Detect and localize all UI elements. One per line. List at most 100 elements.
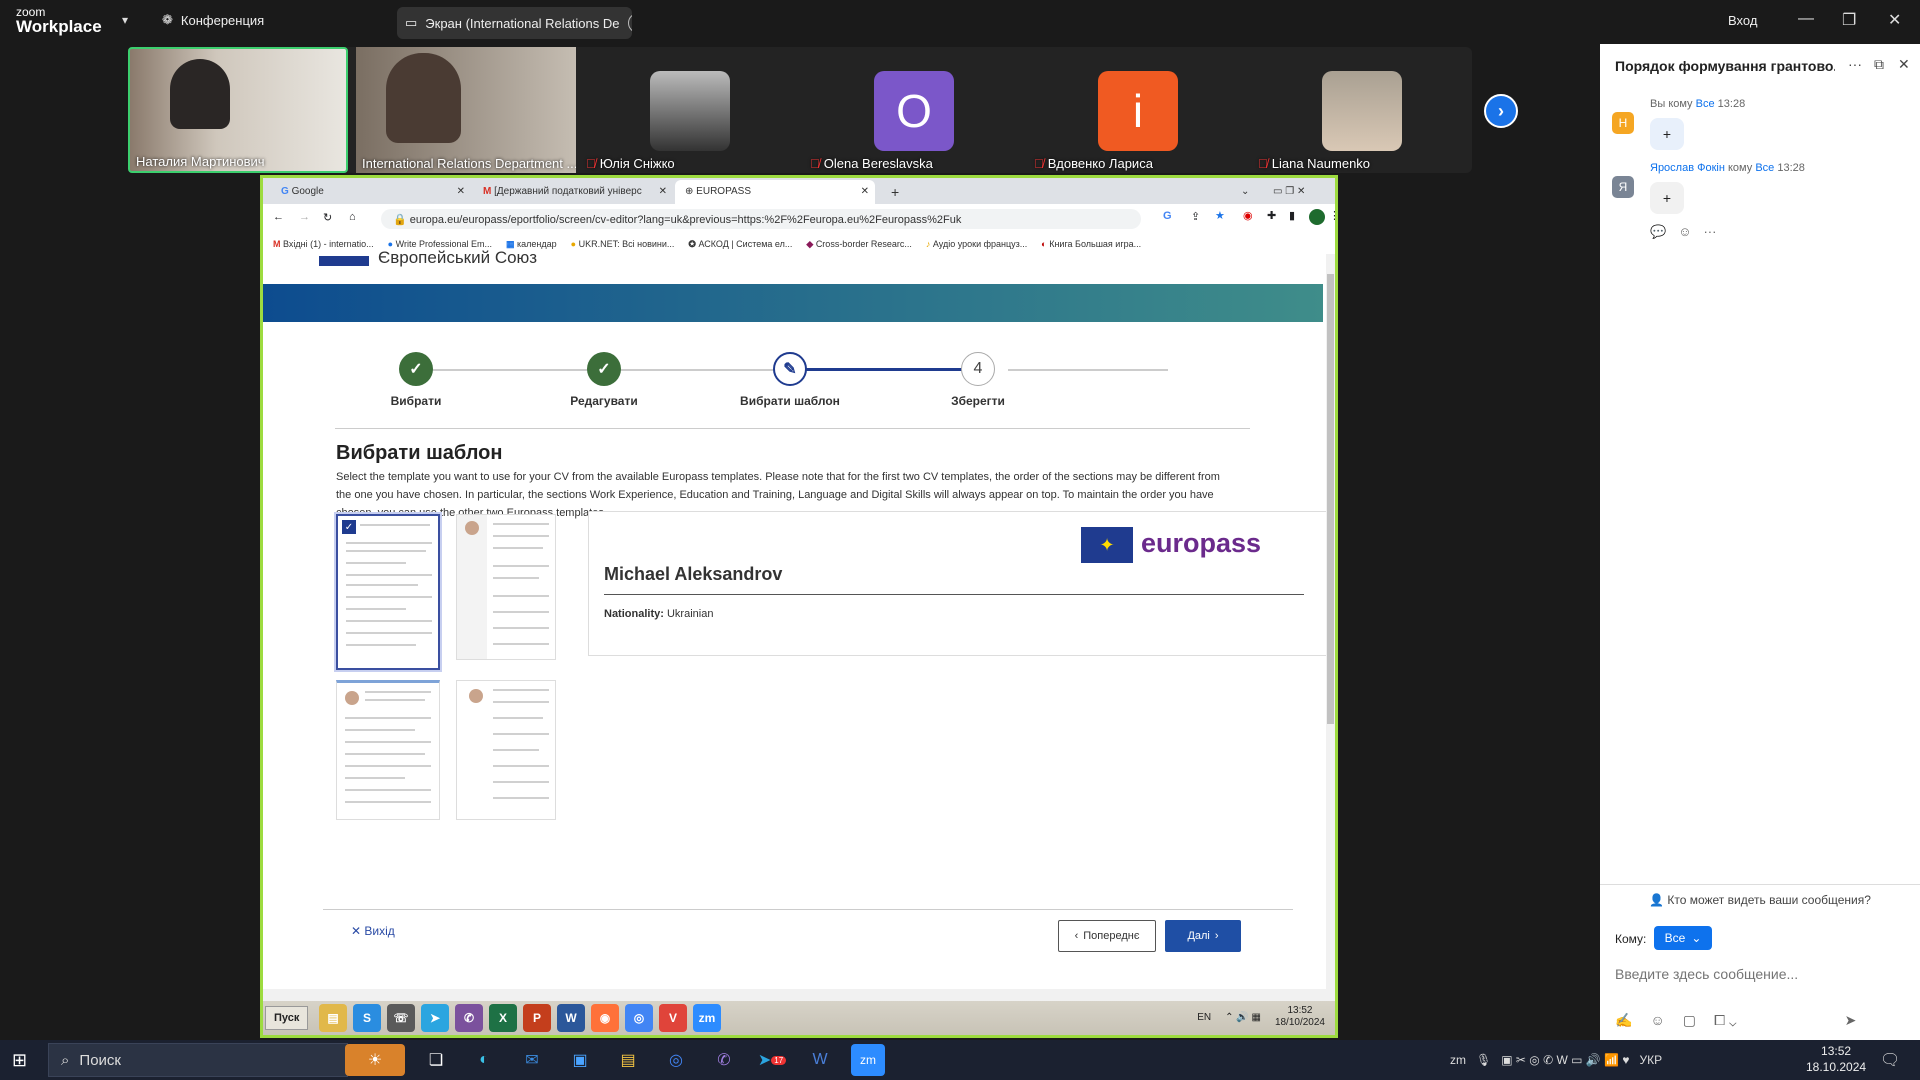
step-3-pencil-icon[interactable]: ✎ [773,352,807,386]
mic-icon[interactable]: 🎙 [1476,1053,1491,1067]
bookmark[interactable]: ♪ Аудіо уроки француз... [926,239,1027,249]
powerpoint-icon[interactable]: P [523,1004,551,1032]
chrome-icon[interactable]: ◎ [659,1044,693,1076]
excel-icon[interactable]: X [489,1004,517,1032]
firefox-icon[interactable]: ◉ [591,1004,619,1032]
google-icon[interactable]: G [1163,210,1172,222]
template-4-thumbnail[interactable] [456,680,556,820]
zoom-icon[interactable]: zm [693,1004,721,1032]
explorer-icon[interactable]: ▤ [611,1044,645,1076]
previous-button[interactable]: ‹ Попереднє [1058,920,1156,952]
reload-icon[interactable]: ↻ [323,211,332,224]
send-icon[interactable]: ➤ [1845,1012,1857,1029]
template-3-thumbnail[interactable] [336,680,440,820]
remote-start-button[interactable]: Пуск [265,1006,309,1030]
star-icon[interactable]: ★ [1215,209,1225,222]
emoji-icon[interactable]: ☺ [1650,1012,1664,1029]
url-field[interactable]: 🔒 europa.eu/europass/eportfolio/screen/c… [381,209,1141,229]
zoom-icon[interactable]: zm [851,1044,885,1076]
recipient-select[interactable]: Все ⌄ [1654,926,1712,950]
reply-icon[interactable]: 💬 [1650,224,1666,240]
chrome-icon[interactable]: ◎ [625,1004,653,1032]
scrollbar-thumb[interactable] [1327,274,1334,724]
home-icon[interactable]: ⌂ [349,211,356,223]
who-can-see[interactable]: 👤 Кто может видеть ваши сообщения? [1600,884,1920,907]
bookmark[interactable]: ◆ Cross-border Researc... [806,239,911,250]
bookmark[interactable]: ● UKR.NET: Всі новини... [571,239,675,249]
chevron-down-icon[interactable]: ▾ [122,13,128,27]
participant-tile[interactable]: i 🎙̸ Вдовенко Лариса [1028,47,1248,173]
screen-share-indicator[interactable]: ▭ Экран (International Relations De ••• [397,7,632,39]
new-tab-icon[interactable]: + [881,178,909,202]
horizontal-scrollbar[interactable] [263,989,1335,1001]
step-4-number[interactable]: 4 [961,352,995,386]
folder-icon[interactable]: ▤ [319,1004,347,1032]
vivaldi-icon[interactable]: V [659,1004,687,1032]
template-2-thumbnail[interactable] [456,514,556,660]
whatsapp-icon[interactable]: ☏ [387,1004,415,1032]
more-icon[interactable]: ··· [1848,56,1862,72]
minimize-icon[interactable]: — [1798,10,1814,28]
telegram-icon[interactable]: ➤ [421,1004,449,1032]
viber-icon[interactable]: ✆ [707,1044,741,1076]
zoom-tray-icon[interactable]: zm [1450,1053,1466,1067]
menu-icon[interactable]: ⋮ [1329,209,1335,222]
format-icon[interactable]: ✍ [1615,1012,1632,1029]
task-view-icon[interactable]: ❏ [419,1044,453,1076]
tab-europass[interactable]: ⊕ EUROPASS ✕ [675,180,875,204]
notifications-icon[interactable]: 🗨 [1880,1050,1900,1070]
extensions-icon[interactable]: ✚ [1267,209,1276,222]
remote-lang[interactable]: EN [1197,1012,1211,1023]
taskbar-search[interactable]: ⌕ Поиск [48,1043,348,1077]
viber-icon[interactable]: ✆ [455,1004,483,1032]
language-indicator[interactable]: УКР [1640,1053,1663,1067]
word-icon[interactable]: W [557,1004,585,1032]
store-icon[interactable]: ▣ [563,1044,597,1076]
close-icon[interactable]: ✕ [1888,10,1901,30]
tray-icons[interactable]: ▣ ✂ ◎ ✆ W ▭ 🔊 📶 ♥ [1501,1053,1629,1067]
step-1-check[interactable]: ✓ [399,352,433,386]
tab-list-icon[interactable]: ⌄ [1231,180,1259,204]
share-icon[interactable]: ⇪ [1191,210,1200,223]
more-icon[interactable]: ··· [1703,224,1716,240]
forward-icon[interactable]: → [299,211,310,223]
close-icon[interactable]: ✕ [1898,56,1910,73]
bookmark[interactable]: ✪ АСКОД | Система ел... [688,239,792,250]
opera-icon[interactable]: ◉ [1243,209,1253,222]
tray-icons[interactable]: ⌃ 🔊 ▦ [1225,1012,1261,1023]
telegram-icon[interactable]: ➤ 17 [755,1044,789,1076]
popout-icon[interactable]: ⧉ [1874,56,1884,73]
restore-icon[interactable]: ❐ [1842,10,1856,30]
mail-icon[interactable]: ✉ [515,1044,549,1076]
window-controls[interactable]: ▭ ❐ ✕ [1263,180,1315,204]
step-2-check[interactable]: ✓ [587,352,621,386]
profile-avatar[interactable] [1309,209,1325,225]
vertical-scrollbar[interactable] [1326,254,1335,989]
signin-button[interactable]: Вход [1728,13,1757,28]
tab-tax-university[interactable]: M [Державний податковий універс ✕ [473,180,673,204]
edge-icon[interactable]: ◐ [467,1044,501,1076]
participant-tile[interactable]: International Relations Department ... [356,47,576,173]
participant-tile[interactable]: 🎙̸ Юлія Сніжко [580,47,800,173]
chat-input[interactable] [1615,960,1905,988]
meeting-menu[interactable]: ❁ Конференция [162,12,264,28]
weather-widget-icon[interactable]: ☀ [345,1044,405,1076]
emoji-reaction-icon[interactable]: ☺ [1678,224,1691,240]
windows-start-icon[interactable]: ⊞ [12,1050,27,1071]
word-icon[interactable]: W [803,1044,837,1076]
exit-link[interactable]: ✕ Вихід [351,924,395,938]
next-button[interactable]: Далі › [1165,920,1241,952]
participant-tile[interactable]: 🎙̸ Liana Naumenko [1252,47,1472,173]
next-participants-button[interactable]: › [1484,94,1518,128]
back-icon[interactable]: ← [273,211,284,223]
participant-tile[interactable]: Наталия Мартинович [128,47,348,173]
template-1-thumbnail[interactable]: ✓ [336,514,440,670]
clock[interactable]: 13:52 18.10.2024 [1806,1043,1866,1075]
tab-google[interactable]: G Google ✕ [271,180,471,204]
sidepanel-icon[interactable]: ▮ [1289,209,1295,222]
file-icon[interactable]: ▢ [1683,1012,1696,1029]
participant-tile[interactable]: O 🎙̸ Olena Bereslavska [804,47,1024,173]
skype-icon[interactable]: S [353,1004,381,1032]
bookmark[interactable]: M Вхідні (1) - internatio... [273,239,374,249]
bookmark[interactable]: ◐ Книга Большая игра... [1041,239,1141,249]
